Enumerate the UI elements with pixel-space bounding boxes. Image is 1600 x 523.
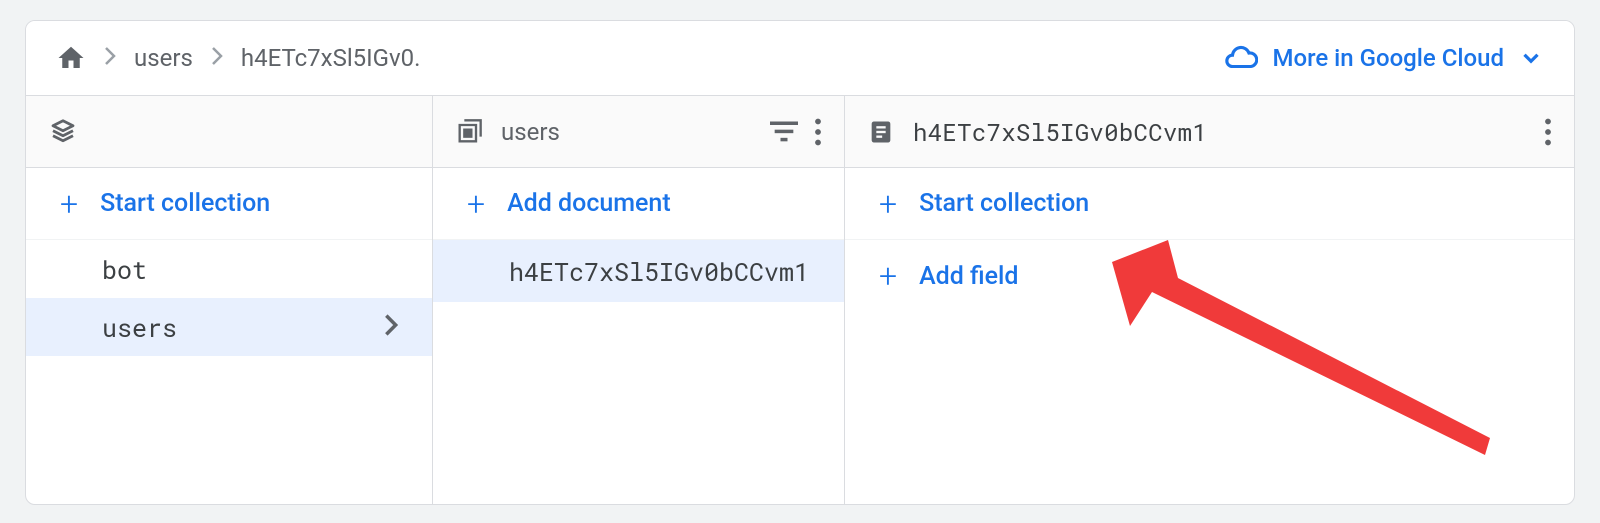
document-item[interactable]: h4ETc7xSl5IGv0bCCvm1: [433, 240, 844, 302]
plus-icon: +: [879, 260, 897, 292]
cloud-link-label: More in Google Cloud: [1272, 44, 1504, 72]
collection-icon: [455, 118, 483, 146]
chevron-down-icon: [1518, 45, 1544, 71]
root-column: + Start collection bot users: [26, 96, 433, 504]
more-vertical-icon[interactable]: [814, 118, 822, 146]
plus-icon: +: [60, 188, 78, 220]
document-id: h4ETc7xSl5IGv0bCCvm1: [509, 255, 809, 288]
root-column-header: [26, 96, 432, 168]
collection-column-header: users: [433, 96, 844, 168]
filter-icon[interactable]: [770, 121, 798, 143]
action-label: Start collection: [919, 189, 1089, 218]
root-icon: [48, 117, 78, 147]
chevron-right-icon: [211, 46, 223, 71]
action-label: Start collection: [100, 189, 270, 218]
action-label: Add field: [919, 262, 1018, 291]
more-vertical-icon[interactable]: [1544, 118, 1552, 146]
start-collection-button[interactable]: + Start collection: [26, 168, 432, 240]
firestore-panel: users h4ETc7xSl5IGv0. More in Google Clo…: [25, 20, 1575, 505]
home-icon[interactable]: [56, 43, 86, 73]
add-field-button[interactable]: + Add field: [845, 240, 1574, 312]
plus-icon: +: [879, 188, 897, 220]
document-column-header: h4ETc7xSl5IGv0bCCvm1: [845, 96, 1574, 168]
breadcrumb-item[interactable]: h4ETc7xSl5IGv0.: [241, 44, 421, 72]
collection-header-label: users: [501, 118, 560, 146]
more-in-google-cloud-link[interactable]: More in Google Cloud: [1224, 41, 1544, 75]
add-document-button[interactable]: + Add document: [433, 168, 844, 240]
document-header-id: h4ETc7xSl5IGv0bCCvm1: [913, 116, 1207, 148]
columns: + Start collection bot users users: [26, 96, 1574, 504]
collection-item-bot[interactable]: bot: [26, 240, 432, 298]
collection-column: users + Add document h4ETc7xSl5IGv0bCCvm…: [433, 96, 845, 504]
collection-label: users: [102, 311, 177, 344]
action-label: Add document: [507, 189, 671, 218]
chevron-right-icon: [104, 46, 116, 71]
chevron-right-icon: [384, 311, 398, 344]
start-collection-button-doc[interactable]: + Start collection: [845, 168, 1574, 240]
collection-label: bot: [102, 253, 147, 286]
document-column: h4ETc7xSl5IGv0bCCvm1 + Start collection …: [845, 96, 1574, 504]
document-icon: [867, 118, 895, 146]
breadcrumb-bar: users h4ETc7xSl5IGv0. More in Google Clo…: [26, 21, 1574, 96]
cloud-icon: [1224, 41, 1258, 75]
breadcrumb: users h4ETc7xSl5IGv0.: [56, 43, 420, 73]
breadcrumb-item[interactable]: users: [134, 44, 193, 72]
plus-icon: +: [467, 188, 485, 220]
collection-item-users[interactable]: users: [26, 298, 432, 356]
